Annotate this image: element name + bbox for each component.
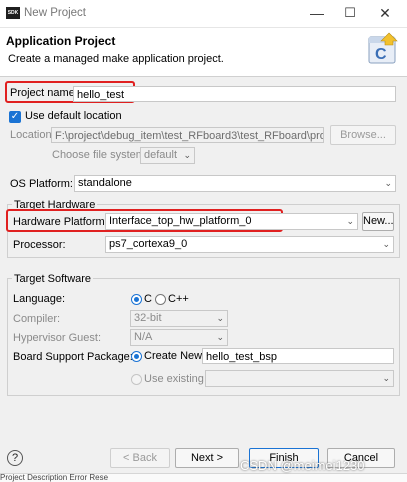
language-c-label[interactable]: C xyxy=(144,293,152,305)
next-button[interactable]: Next > xyxy=(175,448,239,468)
svg-text:C: C xyxy=(375,46,387,63)
language-cpp-radio[interactable] xyxy=(155,294,166,305)
file-system-value: default xyxy=(144,149,178,161)
use-existing-bsp-radio[interactable] xyxy=(131,374,142,385)
create-new-bsp-label[interactable]: Create New xyxy=(144,350,202,362)
sdk-app-icon: SDK xyxy=(6,7,20,19)
use-default-location-checkbox[interactable]: ✓ xyxy=(9,111,21,123)
compiler-value: 32-bit xyxy=(134,312,162,324)
os-platform-label: OS Platform: xyxy=(10,178,73,190)
chevron-down-icon: ⌄ xyxy=(384,178,392,188)
banner-description: Create a managed make application projec… xyxy=(8,53,224,65)
chevron-down-icon: ⌄ xyxy=(382,239,390,249)
existing-bsp-select[interactable]: ⌄ xyxy=(205,370,394,387)
target-software-title: Target Software xyxy=(12,273,94,285)
chevron-down-icon: ⌄ xyxy=(216,332,224,342)
create-new-bsp-radio[interactable] xyxy=(131,351,142,362)
file-system-select[interactable]: default ⌄ xyxy=(140,147,195,164)
banner-title: Application Project xyxy=(6,34,116,48)
bsp-label: Board Support Package: xyxy=(13,351,133,363)
minimize-button[interactable]: — xyxy=(305,4,329,22)
location-field[interactable]: F:\project\debug_item\test_RFboard3\test… xyxy=(51,127,324,143)
os-platform-value: standalone xyxy=(78,177,132,189)
hypervisor-value: N/A xyxy=(134,331,153,343)
project-name-label: Project name: xyxy=(10,87,78,99)
language-label: Language: xyxy=(13,293,65,305)
c-project-wizard-icon: C xyxy=(368,32,398,64)
use-existing-bsp-label[interactable]: Use existing xyxy=(144,373,204,385)
os-platform-select[interactable]: standalone ⌄ xyxy=(74,175,396,192)
hardware-platform-label: Hardware Platform: xyxy=(13,216,108,228)
chevron-down-icon: ⌄ xyxy=(183,150,191,160)
hypervisor-label: Hypervisor Guest: xyxy=(13,332,102,344)
file-system-label: Choose file system: xyxy=(52,149,148,161)
close-button[interactable]: ✕ xyxy=(373,4,397,22)
location-label: Location: xyxy=(10,129,55,141)
compiler-select[interactable]: 32-bit ⌄ xyxy=(130,310,228,327)
window-title: New Project xyxy=(24,7,86,19)
hypervisor-select[interactable]: N/A ⌄ xyxy=(130,329,228,346)
language-cpp-label[interactable]: C++ xyxy=(168,293,189,305)
browse-button[interactable]: Browse... xyxy=(330,125,396,145)
compiler-label: Compiler: xyxy=(13,313,61,325)
project-name-field[interactable]: hello_test xyxy=(73,86,396,102)
help-icon[interactable]: ? xyxy=(7,450,23,466)
chevron-down-icon: ⌄ xyxy=(216,313,224,323)
bsp-name-field[interactable]: hello_test_bsp xyxy=(202,348,394,364)
watermark: CSDN @meimei1230 xyxy=(240,458,365,473)
maximize-button[interactable]: ☐ xyxy=(338,4,362,22)
chevron-down-icon: ⌄ xyxy=(346,216,354,226)
hardware-platform-value: Interface_top_hw_platform_0 xyxy=(109,215,252,227)
back-button[interactable]: < Back xyxy=(110,448,170,468)
use-default-location-label[interactable]: Use default location xyxy=(25,110,122,122)
processor-value: ps7_cortexa9_0 xyxy=(109,238,188,250)
new-platform-button[interactable]: New... xyxy=(362,212,394,231)
language-c-radio[interactable] xyxy=(131,294,142,305)
processor-label: Processor: xyxy=(13,239,66,251)
hardware-platform-select[interactable]: Interface_top_hw_platform_0 ⌄ xyxy=(105,213,358,230)
processor-select[interactable]: ps7_cortexa9_0 ⌄ xyxy=(105,236,394,253)
chevron-down-icon: ⌄ xyxy=(382,373,390,383)
